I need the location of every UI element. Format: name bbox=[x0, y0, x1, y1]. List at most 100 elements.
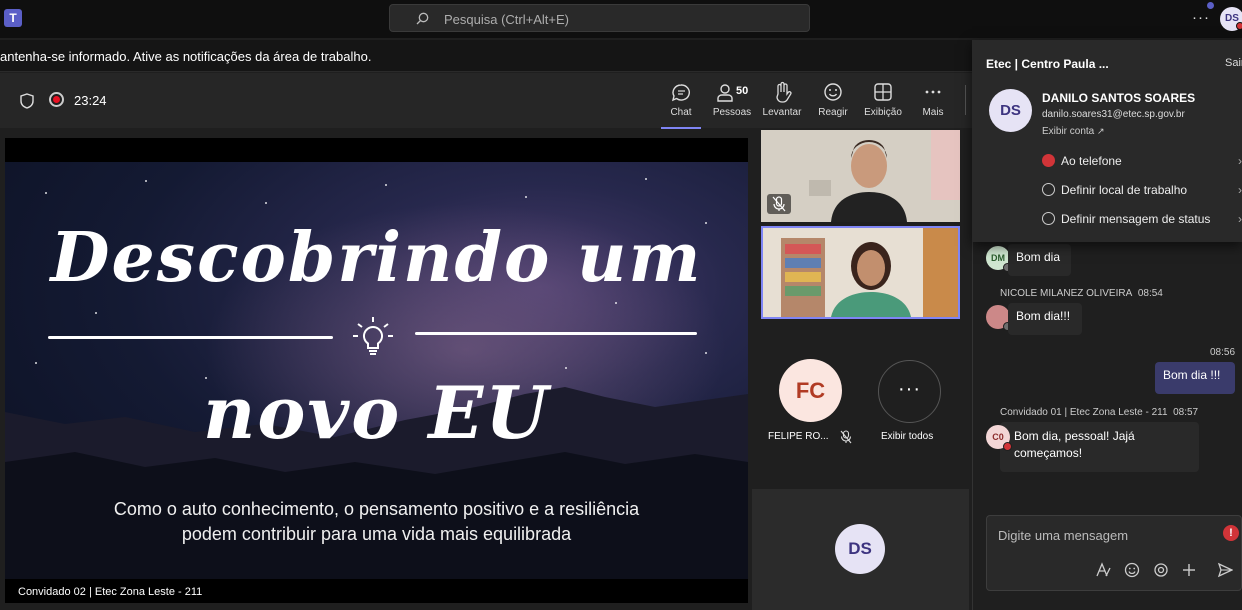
slide-title-line2: novo EU bbox=[203, 370, 550, 455]
people-icon bbox=[717, 84, 733, 102]
self-avatar: DS bbox=[835, 524, 885, 574]
notification-text: antenha-se informado. Ative as notificaç… bbox=[0, 49, 372, 64]
chat-avatar-photo bbox=[986, 305, 1012, 331]
star bbox=[565, 367, 567, 369]
chat-message[interactable]: Bom dia bbox=[1008, 244, 1071, 276]
message-composer[interactable]: Digite uma mensagem ! bbox=[986, 515, 1242, 591]
chat-message-meta: Convidado 01 | Etec Zona Leste - 211 08:… bbox=[1000, 407, 1198, 418]
participant-avatar-fc[interactable]: FC bbox=[779, 359, 842, 422]
profile-flyout: Etec | Centro Paula ... Sair DS DANILO S… bbox=[972, 40, 1242, 242]
react-label: Reagir bbox=[818, 107, 848, 118]
chat-button[interactable]: Chat bbox=[656, 79, 706, 129]
emoji-icon[interactable] bbox=[1124, 562, 1140, 578]
mic-muted-icon bbox=[840, 430, 852, 444]
people-button[interactable]: 50 Pessoas bbox=[707, 79, 757, 125]
chat-author: NICOLE MILANEZ OLIVEIRA bbox=[1000, 288, 1133, 299]
presence-status-item[interactable]: Ao telefone › bbox=[1042, 154, 1242, 168]
work-location-item[interactable]: Definir local de trabalho › bbox=[1042, 183, 1242, 197]
search-placeholder: Pesquisa (Ctrl+Alt+E) bbox=[444, 12, 569, 27]
view-all-participants-button[interactable]: ··· bbox=[878, 360, 941, 423]
presence-busy-icon bbox=[1042, 154, 1055, 167]
profile-avatar[interactable]: DS bbox=[989, 89, 1032, 132]
star bbox=[45, 192, 47, 194]
chat-label: Chat bbox=[670, 107, 692, 118]
slide-subtitle-line2: podem contribuir para uma vida mais equi… bbox=[181, 524, 572, 544]
view-account-label: Exibir conta bbox=[1042, 126, 1095, 137]
star bbox=[525, 196, 527, 198]
chat-time: 08:54 bbox=[1137, 288, 1163, 299]
shield-icon[interactable] bbox=[20, 93, 34, 109]
star bbox=[385, 184, 387, 186]
external-link-icon: ↗ bbox=[1097, 126, 1105, 136]
status-message-item[interactable]: Definir mensagem de status › bbox=[1042, 212, 1242, 226]
search-input[interactable]: Pesquisa (Ctrl+Alt+E) bbox=[389, 4, 810, 32]
sign-out-link[interactable]: Sair bbox=[1225, 57, 1242, 69]
notification-dot bbox=[1207, 2, 1214, 9]
chat-message-text: Bom dia !!! bbox=[1163, 368, 1221, 382]
mic-muted-icon bbox=[767, 194, 791, 214]
ellipsis-icon bbox=[925, 90, 941, 94]
people-label: Pessoas bbox=[712, 107, 752, 118]
profile-name: DANILO SANTOS SOARES bbox=[1042, 91, 1196, 105]
slide-title-line1: Descobrindo um bbox=[50, 218, 703, 298]
raise-hand-button[interactable]: Levantar bbox=[757, 79, 807, 125]
profile-email: danilo.soares31@etec.sp.gov.br bbox=[1042, 109, 1185, 120]
chevron-right-icon: › bbox=[1238, 183, 1242, 197]
chat-author: Convidado 01 | Etec Zona Leste - 211 bbox=[1000, 407, 1168, 418]
view-button[interactable]: Exibição bbox=[858, 79, 908, 125]
composer-placeholder: Digite uma mensagem bbox=[998, 528, 1129, 543]
teams-logo: T bbox=[4, 9, 22, 27]
more-options-icon[interactable]: ··· bbox=[1192, 9, 1210, 26]
smiley-icon bbox=[824, 83, 842, 101]
chat-time: 08:56 bbox=[1210, 347, 1236, 358]
meeting-toolbar: 23:24 Chat 50 Pessoas Levantar Reagir Ex… bbox=[0, 73, 972, 129]
chat-message-text: Bom dia!!! bbox=[1016, 309, 1071, 323]
recording-icon bbox=[49, 92, 64, 107]
chevron-right-icon: › bbox=[1238, 154, 1242, 168]
chat-message-meta: NICOLE MILANEZ OLIVEIRA 08:54 bbox=[1000, 288, 1163, 299]
star bbox=[95, 312, 97, 314]
format-icon[interactable] bbox=[1095, 562, 1111, 578]
chat-icon bbox=[671, 84, 690, 102]
slide-subtitle-line1: Como o auto conhecimento, o pensamento p… bbox=[113, 499, 640, 519]
chat-message-text: Bom dia bbox=[1016, 250, 1061, 264]
participant-video bbox=[763, 228, 958, 317]
presence-busy-icon bbox=[1236, 22, 1242, 30]
plus-icon[interactable] bbox=[1181, 562, 1197, 578]
loop-component-icon[interactable] bbox=[1153, 562, 1169, 578]
important-alert-icon[interactable]: ! bbox=[1223, 525, 1239, 541]
star bbox=[145, 180, 147, 182]
raise-hand-label: Levantar bbox=[762, 107, 802, 118]
lightbulb-icon bbox=[353, 317, 393, 355]
view-account-link[interactable]: Exibir conta ↗ bbox=[1042, 126, 1105, 137]
chat-message[interactable]: Bom dia!!! bbox=[1008, 303, 1082, 335]
meeting-timer: 23:24 bbox=[74, 93, 107, 108]
work-location-label: Definir local de trabalho bbox=[1061, 183, 1188, 197]
chat-message-text-line1: Bom dia, pessoal! Jajá bbox=[1014, 429, 1135, 443]
edit-message-icon bbox=[1042, 212, 1055, 225]
chat-avatar-initials: C0 bbox=[992, 432, 1004, 442]
active-speaker-video-tile[interactable] bbox=[761, 226, 960, 319]
more-actions-button[interactable]: Mais bbox=[908, 79, 958, 125]
hand-icon bbox=[776, 81, 792, 103]
toolbar-divider bbox=[965, 85, 966, 115]
participant-name-fc: FELIPE RO... bbox=[768, 431, 829, 442]
title-bar: T Pesquisa (Ctrl+Alt+E) ··· DS bbox=[0, 0, 1242, 38]
send-icon[interactable] bbox=[1217, 562, 1233, 578]
presence-busy-icon bbox=[1003, 442, 1012, 451]
react-button[interactable]: Reagir bbox=[808, 79, 858, 125]
view-all-label: Exibir todos bbox=[881, 431, 934, 442]
participant-video-tile[interactable] bbox=[761, 130, 960, 222]
star bbox=[645, 178, 647, 180]
chevron-right-icon: › bbox=[1238, 212, 1242, 226]
location-pin-icon bbox=[1042, 183, 1055, 196]
presenter-name: Convidado 02 | Etec Zona Leste - 211 bbox=[18, 586, 203, 598]
star bbox=[35, 362, 37, 364]
presenter-label: Convidado 02 | Etec Zona Leste - 211 bbox=[5, 581, 748, 603]
chat-message-text-line2: começamos! bbox=[1014, 446, 1083, 460]
chat-message[interactable]: Bom dia, pessoal! Jajá começamos! bbox=[1000, 422, 1199, 472]
chat-avatar: C0 bbox=[986, 425, 1012, 451]
own-chat-message[interactable]: Bom dia !!! bbox=[1155, 362, 1235, 394]
chat-avatar: DM bbox=[986, 246, 1012, 272]
slide-divider-right bbox=[415, 332, 697, 335]
